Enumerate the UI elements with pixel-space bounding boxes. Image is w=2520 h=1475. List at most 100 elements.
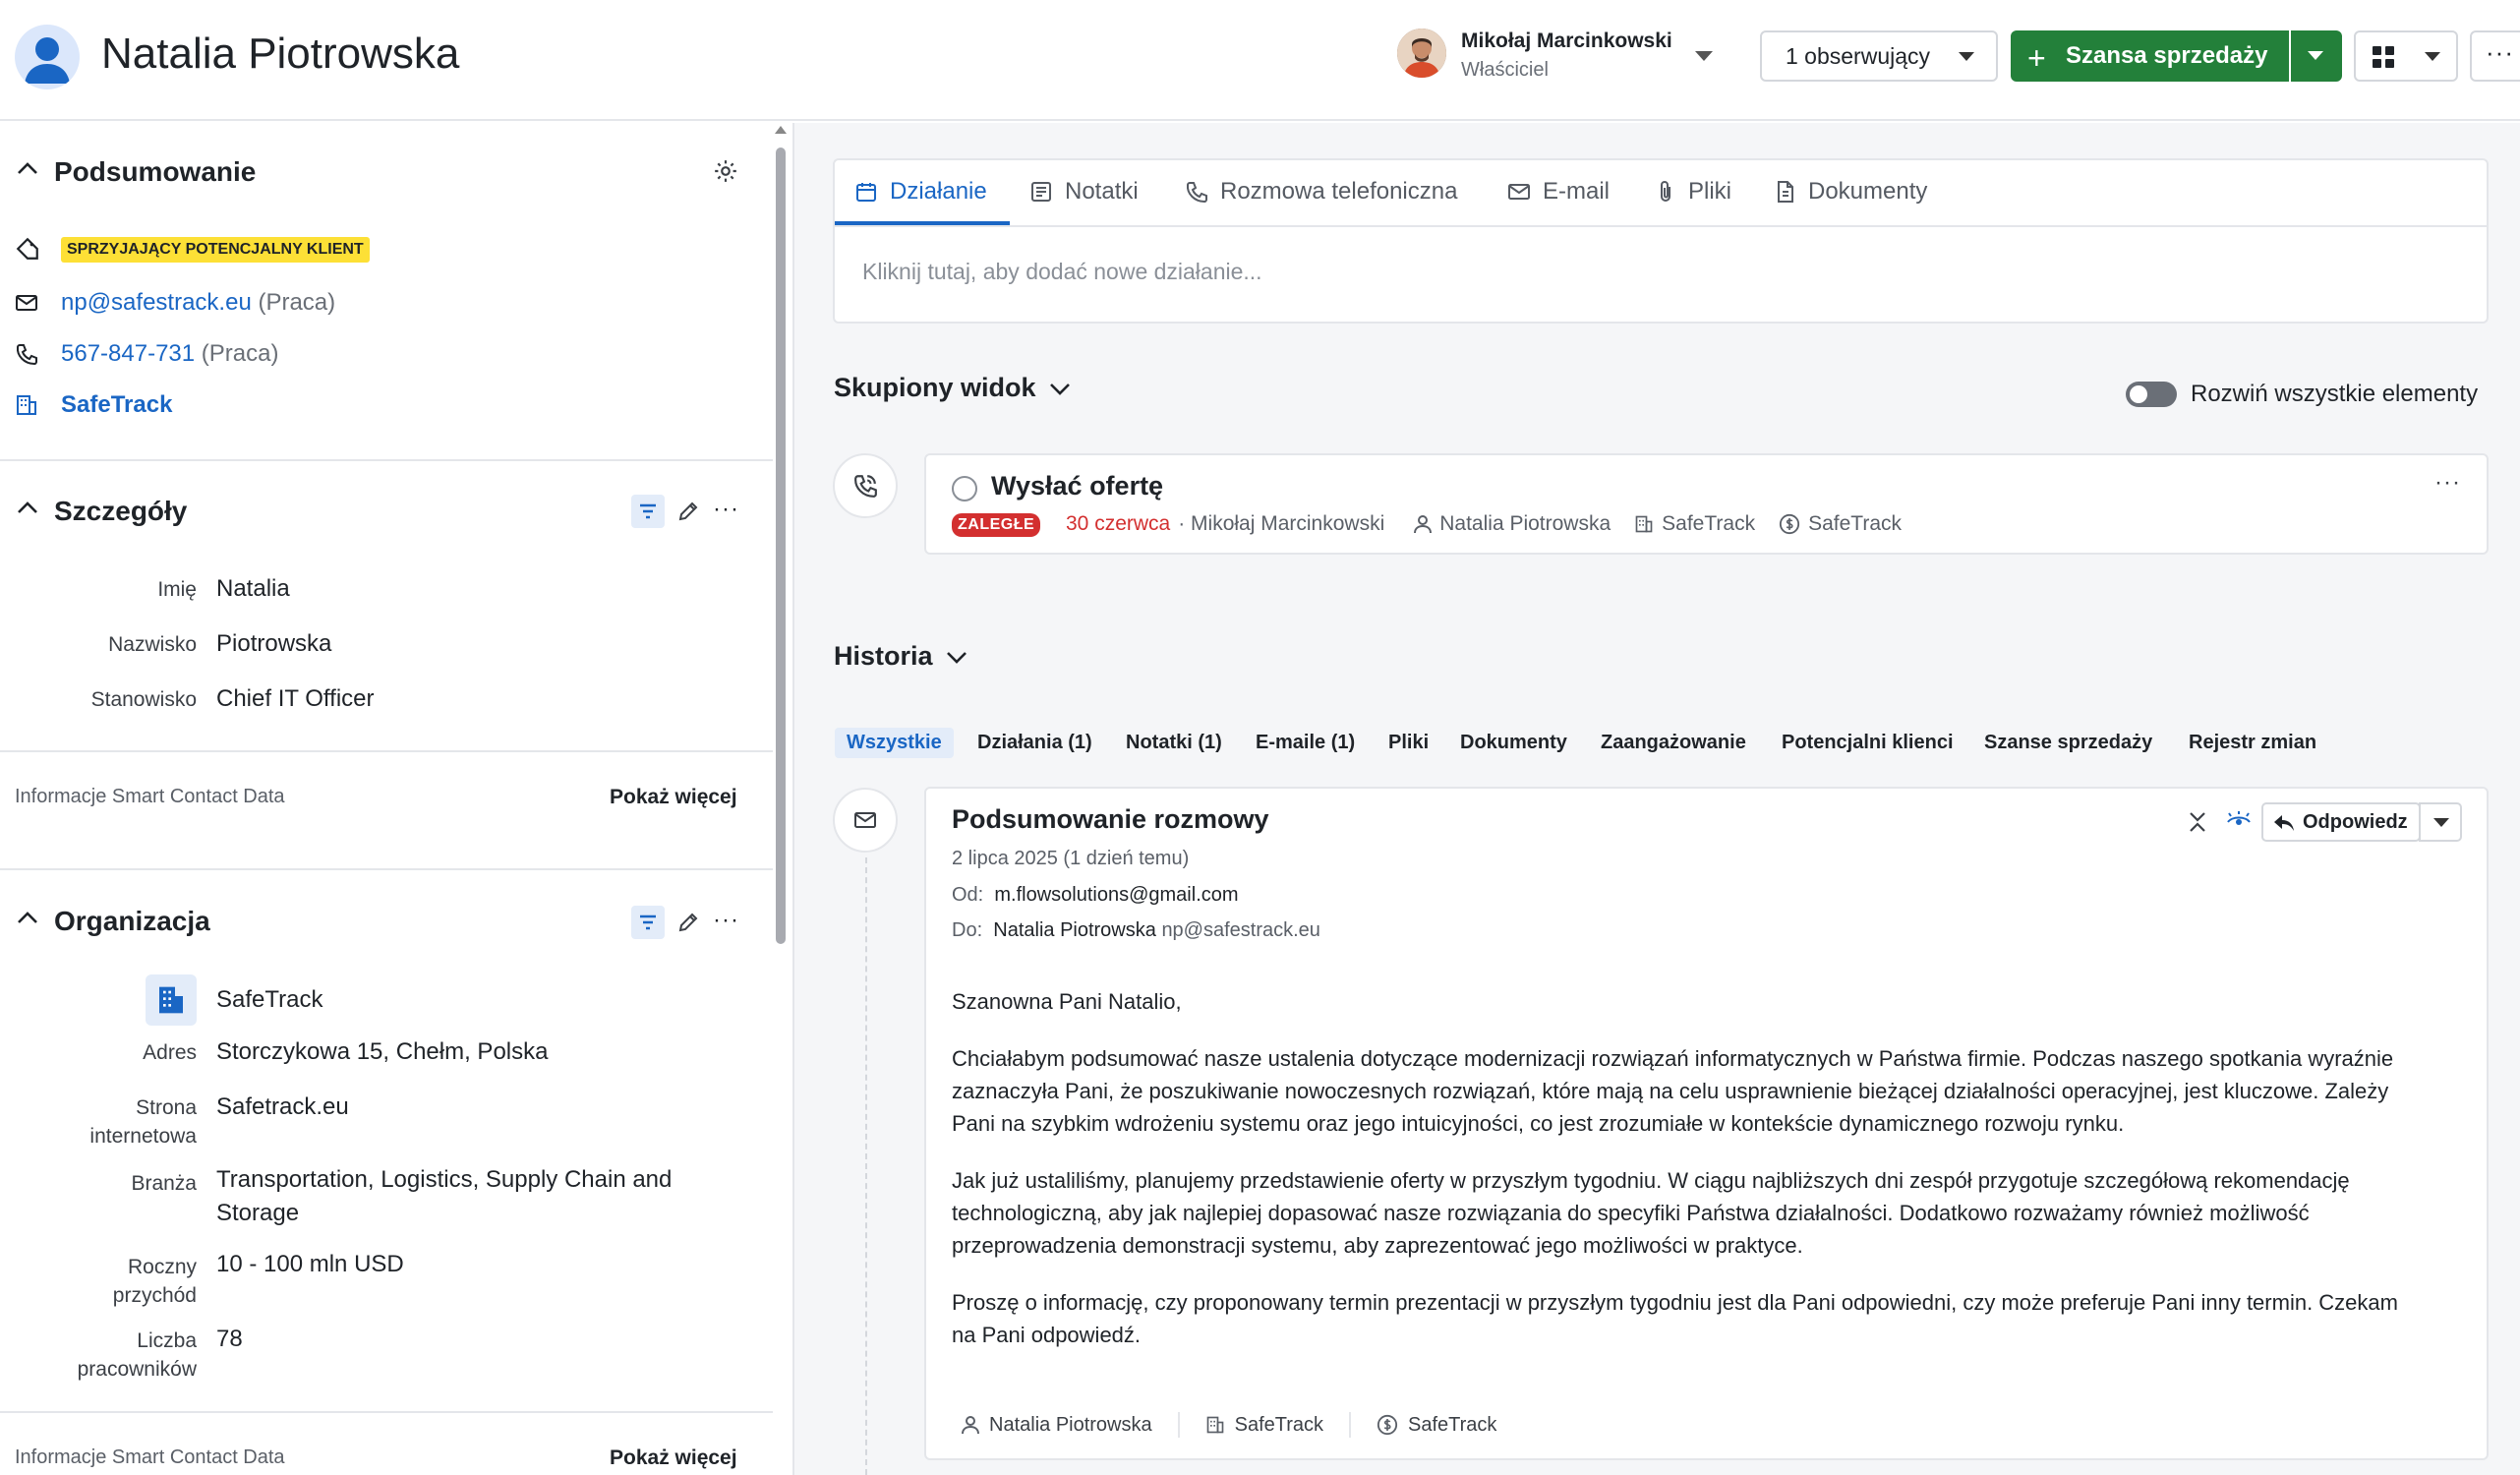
activity-org-link[interactable]: SafeTrack	[1662, 512, 1755, 536]
history-tab-leads[interactable]: Potencjalni klienci	[1770, 728, 1965, 758]
tab-documents[interactable]: Dokumenty	[1775, 178, 1927, 206]
owner-avatar[interactable]	[1397, 29, 1446, 78]
organization-name-link[interactable]: SafeTrack	[216, 986, 322, 1014]
scroll-up-arrow-icon[interactable]	[775, 126, 787, 134]
add-deal-dropdown-button[interactable]	[2291, 30, 2342, 82]
followers-button[interactable]: 1 obserwujący	[1760, 30, 1998, 82]
chevron-down-icon	[2433, 818, 2449, 827]
phone-link[interactable]: 567-847-731	[61, 340, 195, 367]
collapse-arrows-icon[interactable]	[2187, 810, 2208, 834]
details-more-button[interactable]: ···	[713, 496, 739, 523]
tab-email[interactable]: E-mail	[1507, 178, 1610, 206]
activity-person-link[interactable]: Natalia Piotrowska	[1439, 512, 1611, 536]
footer-org-link[interactable]: SafeTrack	[1235, 1414, 1323, 1437]
tab-label: Działanie	[890, 178, 987, 205]
view-switch-button[interactable]	[2354, 30, 2458, 82]
add-deal-label: Szansa sprzedaży	[2066, 42, 2268, 69]
history-tab-documents[interactable]: Dokumenty	[1448, 728, 1579, 758]
history-tab-files[interactable]: Pliki	[1377, 728, 1440, 758]
composer-tabs: Działanie Notatki Rozmowa telefoniczna E…	[835, 160, 2487, 227]
tab-label: E-mail	[1543, 178, 1611, 205]
phone-type: (Praca)	[201, 340, 279, 367]
activity-card[interactable]: Wysłać ofertę ZALEGŁE 30 czerwca · Mikoł…	[924, 453, 2489, 555]
activity-title[interactable]: Wysłać ofertę	[991, 471, 1163, 502]
tag-icon	[16, 237, 38, 260]
email-link[interactable]: np@safestrack.eu	[61, 289, 252, 316]
edit-pencil-icon[interactable]	[676, 500, 700, 523]
owner-name[interactable]: Mikołaj Marcinkowski	[1461, 30, 1672, 53]
reply-dropdown-button[interactable]	[2419, 802, 2462, 842]
filter-icon	[640, 914, 656, 930]
company-link[interactable]: SafeTrack	[61, 391, 172, 419]
filter-button[interactable]	[631, 906, 665, 939]
history-tab-changelog[interactable]: Rejestr zmian	[2177, 728, 2328, 758]
history-tab-activities[interactable]: Działania (1)	[966, 728, 1104, 758]
address-link[interactable]: Storczykowa 15, Chełm, Polska	[216, 1038, 548, 1066]
show-more-link[interactable]: Pokaż więcej	[610, 786, 737, 809]
email-subject[interactable]: Podsumowanie rozmowy	[952, 804, 1269, 835]
history-tab-all[interactable]: Wszystkie	[835, 728, 954, 758]
smart-data-label: Informacje Smart Contact Data	[15, 786, 285, 807]
field-label: pracowników	[77, 1358, 197, 1381]
mark-done-checkbox[interactable]	[952, 476, 977, 502]
separator	[1349, 1412, 1352, 1438]
mail-icon	[1508, 184, 1530, 200]
call-activity-icon	[833, 453, 898, 518]
deal-dollar-icon	[1779, 513, 1800, 535]
phone-icon	[16, 344, 37, 366]
activity-due-date: 30 czerwca	[1066, 512, 1171, 535]
collapse-chevron-icon[interactable]	[17, 501, 38, 514]
field-label: Strona	[136, 1096, 197, 1119]
focus-view-title[interactable]: Skupiony widok	[834, 373, 1071, 403]
more-actions-button[interactable]: ···	[2470, 30, 2520, 82]
email-type: (Praca)	[258, 289, 336, 316]
phone-icon	[1186, 182, 1207, 204]
history-tab-emails[interactable]: E-maile (1)	[1244, 728, 1367, 758]
tab-activity[interactable]: Działanie	[854, 178, 987, 206]
expand-all-label: Rozwiń wszystkie elementy	[2191, 381, 2479, 407]
scrollbar-thumb[interactable]	[776, 148, 786, 944]
phone-row: 567-847-731 (Praca)	[61, 340, 278, 368]
email-paragraph: Proszę o informację, czy proponowany ter…	[952, 1290, 2398, 1347]
reply-button[interactable]: Odpowiedz	[2261, 802, 2421, 842]
new-activity-input[interactable]: Kliknij tutaj, aby dodać nowe działanie.…	[862, 259, 1262, 285]
activity-deal-link[interactable]: SafeTrack	[1808, 512, 1902, 536]
history-tab-notes[interactable]: Notatki (1)	[1114, 728, 1234, 758]
to-name[interactable]: Natalia Piotrowska	[993, 919, 1156, 941]
show-more-link[interactable]: Pokaż więcej	[610, 1446, 737, 1470]
website-link[interactable]: Safetrack.eu	[216, 1093, 349, 1121]
person-icon	[962, 1416, 979, 1435]
divider	[0, 459, 773, 461]
tab-files[interactable]: Pliki	[1655, 178, 1731, 206]
add-deal-button[interactable]: + Szansa sprzedaży	[2011, 30, 2289, 82]
from-address[interactable]: m.flowsolutions@gmail.com	[994, 884, 1238, 906]
activity-more-button[interactable]: ···	[2434, 469, 2461, 497]
history-tab-deals[interactable]: Szanse sprzedaży	[1972, 728, 2164, 758]
expand-all-toggle[interactable]	[2126, 382, 2177, 407]
filter-button[interactable]	[631, 495, 665, 528]
footer-deal-link[interactable]: SafeTrack	[1408, 1414, 1496, 1437]
footer-person-link[interactable]: Natalia Piotrowska	[989, 1414, 1152, 1437]
collapse-chevron-icon[interactable]	[17, 161, 38, 175]
tracking-eye-icon[interactable]	[2226, 810, 2252, 832]
history-tab-engagement[interactable]: Zaangażowanie	[1589, 728, 1758, 758]
organization-more-button[interactable]: ···	[713, 907, 739, 934]
overdue-badge: ZALEGŁE	[952, 513, 1041, 537]
gear-icon[interactable]	[713, 158, 738, 184]
field-label: Stanowisko	[90, 688, 197, 711]
collapse-chevron-icon[interactable]	[17, 911, 38, 924]
email-from: Od: m.flowsolutions@gmail.com	[952, 884, 1239, 907]
owner-dropdown-chevron-icon[interactable]	[1695, 51, 1713, 61]
first-name-value: Natalia	[216, 575, 290, 602]
edit-pencil-icon[interactable]	[676, 911, 700, 934]
email-row: np@safestrack.eu (Praca)	[61, 289, 335, 317]
tab-notes[interactable]: Notatki	[1029, 178, 1139, 206]
email-footer-links: Natalia Piotrowska SafeTrack SafeTrack	[962, 1412, 1496, 1438]
to-address: np@safestrack.eu	[1161, 919, 1320, 941]
plus-icon: +	[2027, 40, 2046, 76]
history-title[interactable]: Historia	[834, 641, 967, 672]
email-body: Szanowna Pani Natalio, Chciałabym podsum…	[952, 985, 2427, 1376]
chevron-down-icon	[1050, 383, 1070, 395]
tab-call[interactable]: Rozmowa telefoniczna	[1185, 178, 1457, 206]
industry-value-line-1: Transportation, Logistics, Supply Chain …	[216, 1166, 673, 1193]
